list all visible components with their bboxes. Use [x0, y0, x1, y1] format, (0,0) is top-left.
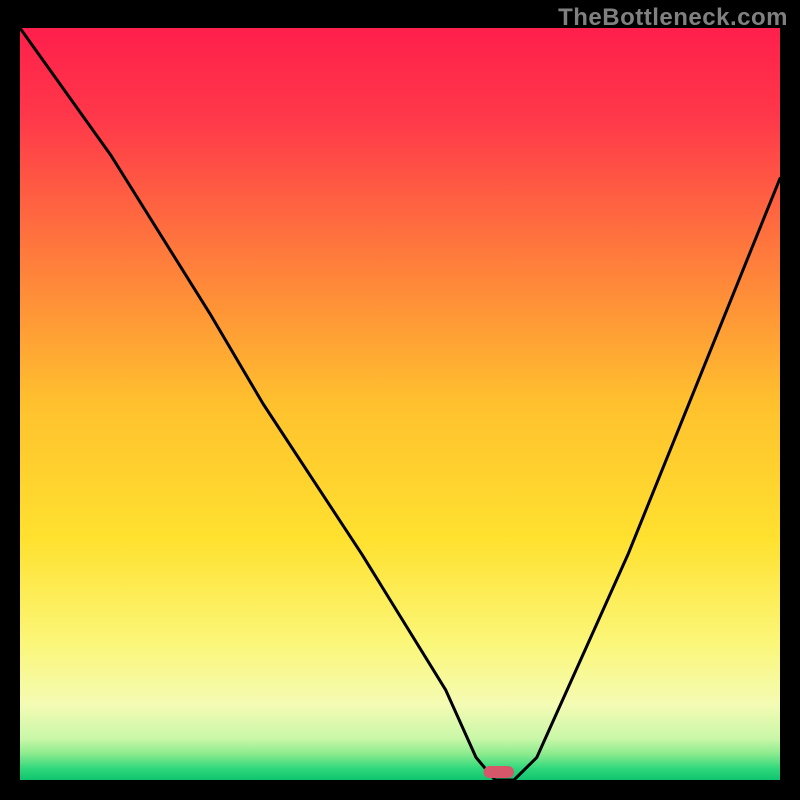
plot-svg	[20, 28, 780, 780]
chart-frame: TheBottleneck.com	[0, 0, 800, 800]
bottleneck-plot	[20, 28, 780, 780]
gradient-background	[20, 28, 780, 780]
optimal-marker	[484, 766, 514, 778]
